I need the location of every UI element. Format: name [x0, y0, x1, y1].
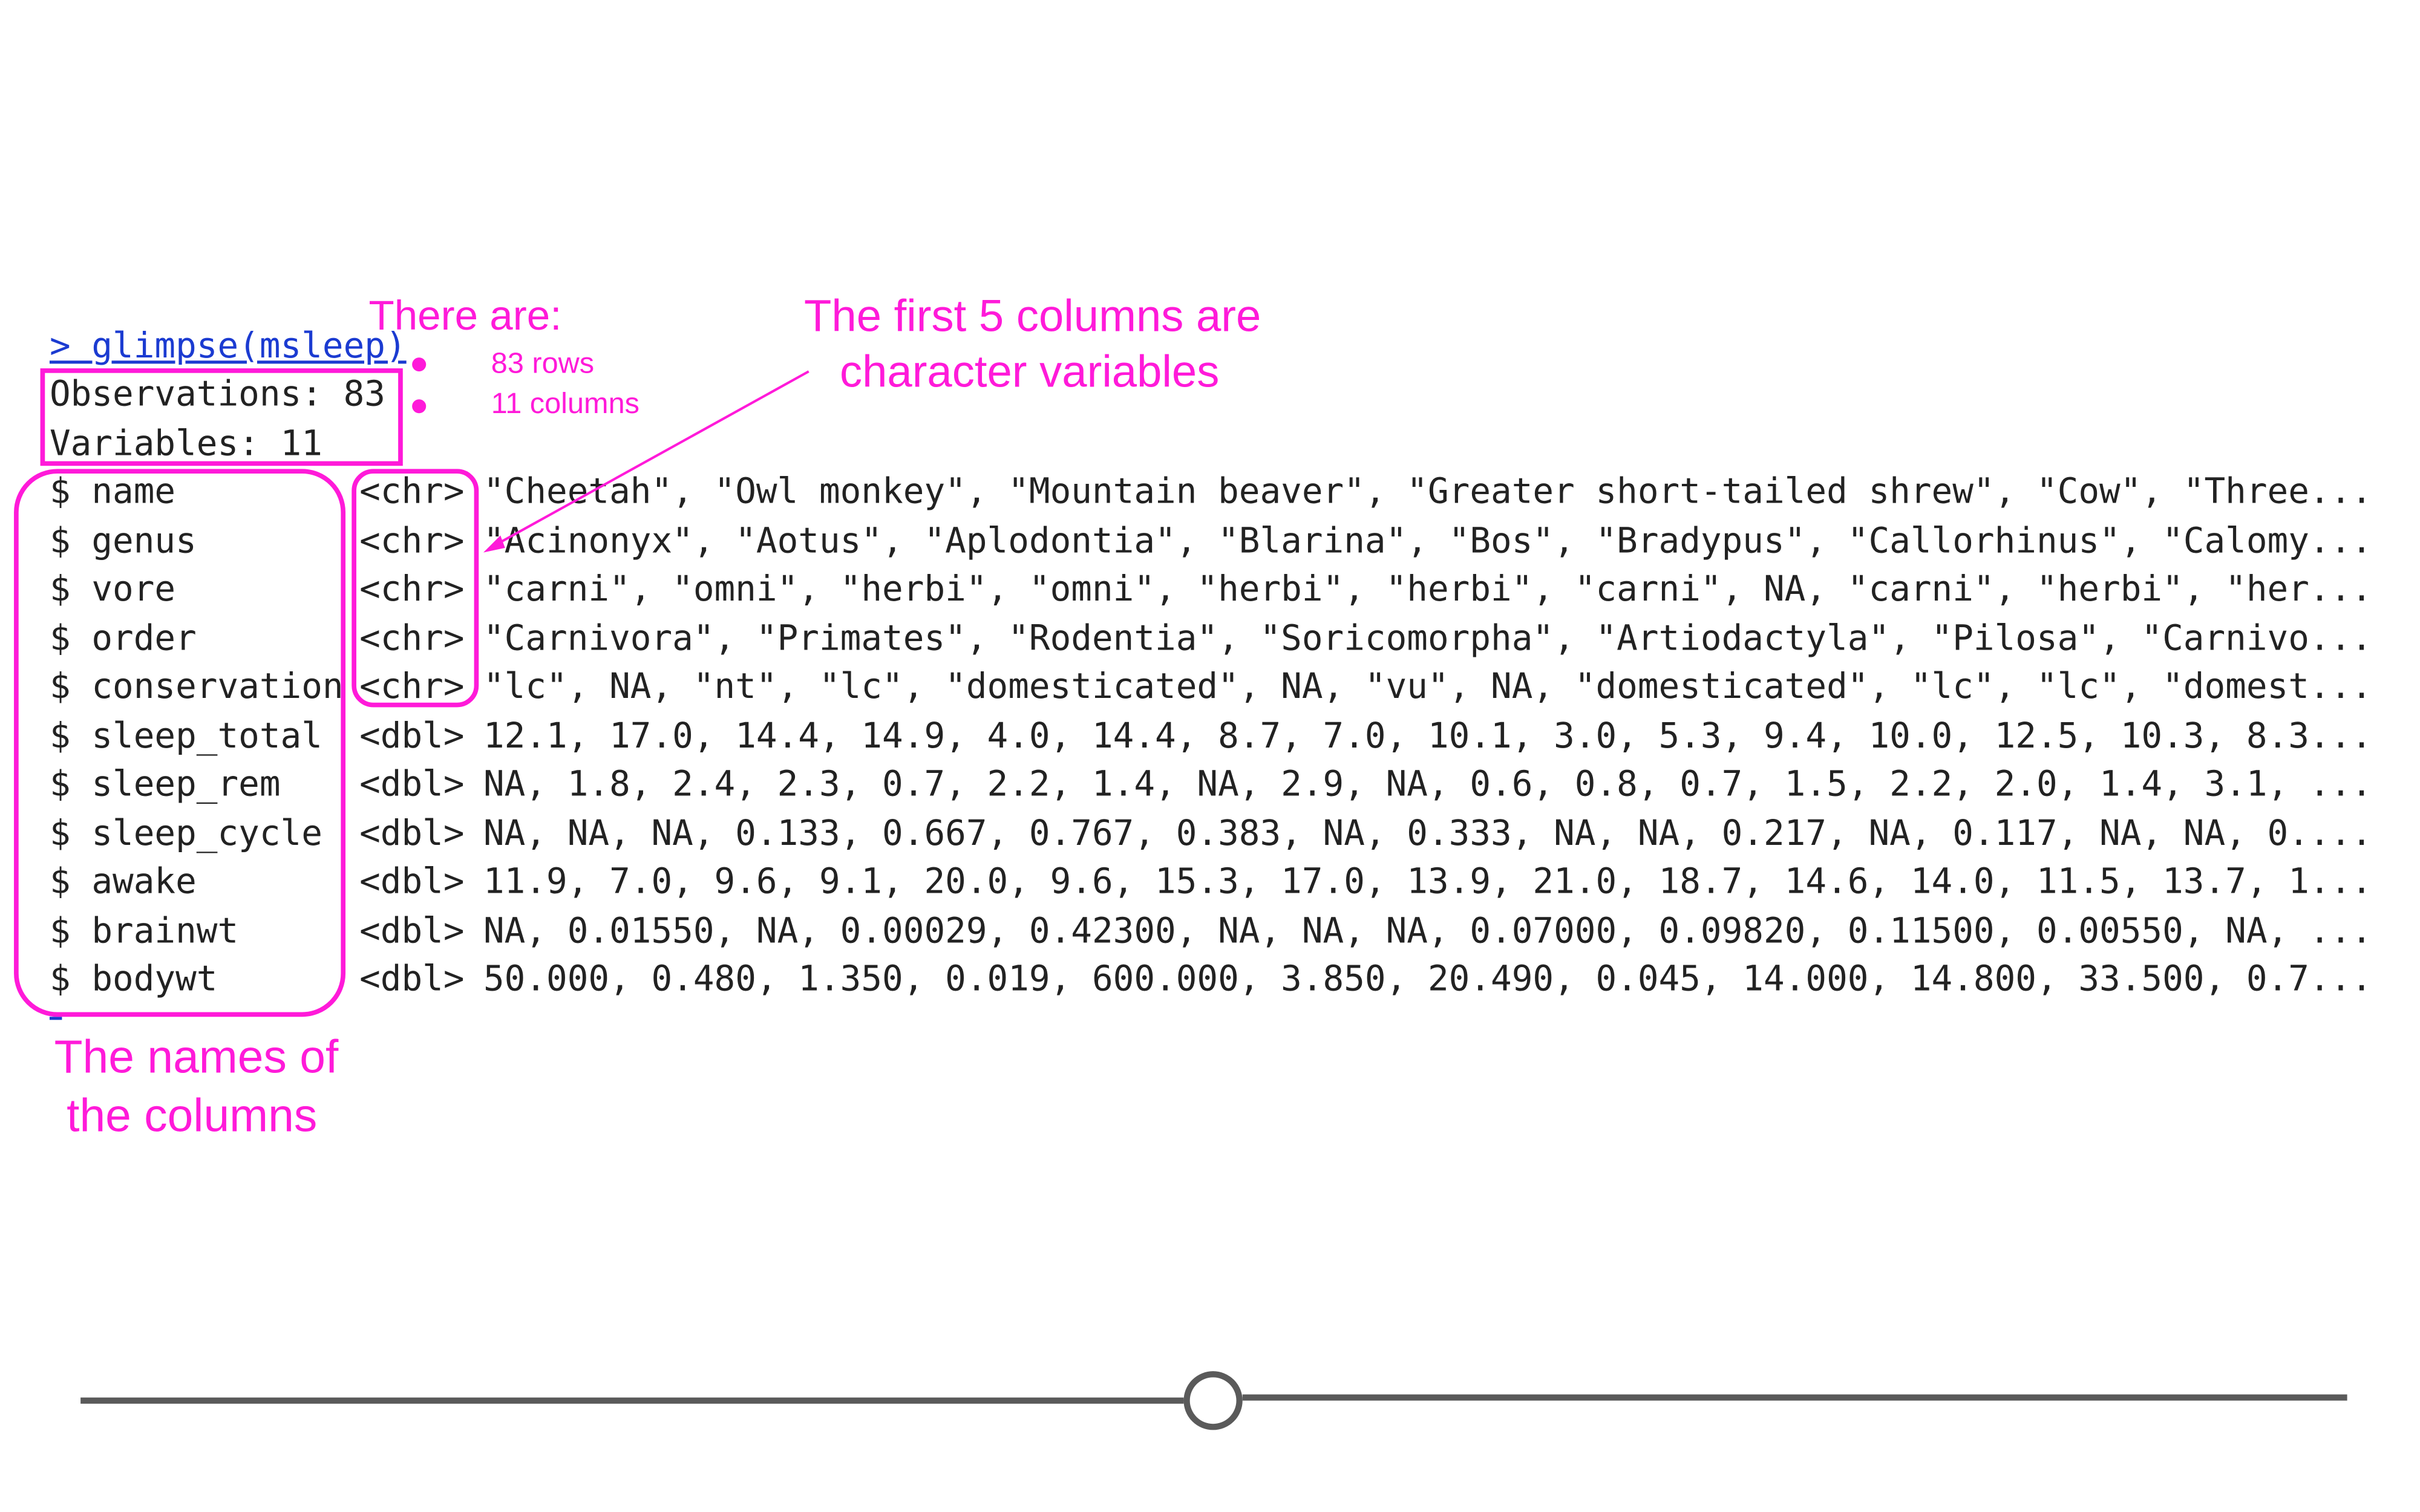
annotation-names-line1: The names of [54, 1032, 339, 1084]
slider-thumb[interactable] [1183, 1371, 1243, 1430]
bullet-dot-rows [412, 357, 427, 372]
column-type: <dbl> [359, 910, 465, 951]
column-type: <dbl> [359, 862, 465, 902]
column-values: NA, 0.01550, NA, 0.00029, 0.42300, NA, N… [483, 910, 2372, 951]
bullet-dot-columns [412, 399, 427, 414]
annotation-rows-note: 83 rows [491, 348, 595, 381]
column-type: <dbl> [359, 813, 465, 854]
annotation-box-chr-types [352, 469, 479, 708]
annotation-names-line2: the columns [67, 1091, 318, 1142]
column-values: "Cheetah", "Owl monkey", "Mountain beave… [483, 472, 2372, 512]
prompt-cursor [49, 1017, 62, 1025]
annotation-columns-note: 11 columns [491, 388, 640, 422]
column-values: "lc", NA, "nt", "lc", "domesticated", NA… [483, 666, 2372, 708]
column-values: "Carnivora", "Primates", "Rodentia", "So… [483, 618, 2372, 659]
slider-track-left [80, 1397, 1184, 1404]
column-type: <dbl> [359, 715, 465, 757]
column-values: NA, 1.8, 2.4, 2.3, 0.7, 2.2, 1.4, NA, 2.… [483, 764, 2372, 805]
annotation-box-summary [40, 368, 403, 466]
annotation-there-are: There are: [368, 292, 562, 339]
column-values: 11.9, 7.0, 9.6, 9.1, 20.0, 9.6, 15.3, 17… [483, 862, 2372, 902]
column-type: <dbl> [359, 764, 465, 805]
column-values: "carni", "omni", "herbi", "omni", "herbi… [483, 569, 2372, 610]
r-console-output: > glimpse(msleep) Observations: 83 Varia… [0, 0, 2420, 1512]
annotation-first5-line1: The first 5 columns are [804, 292, 1261, 342]
annotation-box-column-names [14, 469, 346, 1017]
slide-canvas: > glimpse(msleep) Observations: 83 Varia… [0, 0, 2420, 1512]
column-values: "Acinonyx", "Aotus", "Aplodontia", "Blar… [483, 521, 2372, 561]
slider-track-right [1242, 1394, 2347, 1401]
annotation-first5-line2: character variables [839, 348, 1220, 398]
column-type: <dbl> [359, 959, 465, 1000]
console-prompt[interactable]: > glimpse(msleep) [50, 330, 407, 365]
column-values: 50.000, 0.480, 1.350, 0.019, 600.000, 3.… [483, 959, 2372, 1000]
column-values: 12.1, 17.0, 14.4, 14.9, 4.0, 14.4, 8.7, … [483, 715, 2372, 757]
column-values: NA, NA, NA, 0.133, 0.667, 0.767, 0.383, … [483, 813, 2372, 854]
